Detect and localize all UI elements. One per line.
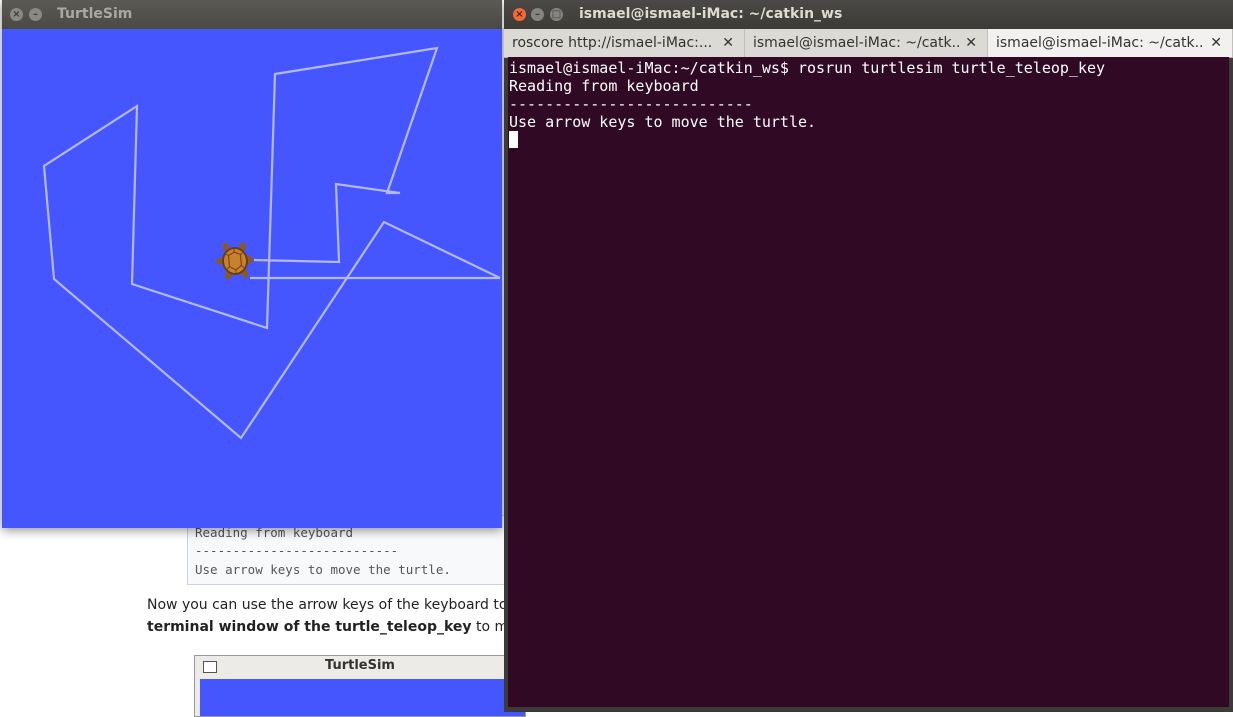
turtlesim-window: × – TurtleSim: [2, 0, 502, 528]
terminal-line: Reading from keyboard: [509, 77, 699, 95]
terminal-tabbar: roscore http://ismael-iMac:... ✕ ismael@…: [504, 29, 1233, 58]
paragraph-line: Now you can use the arrow keys of the ke…: [147, 597, 548, 613]
close-icon[interactable]: ×: [10, 8, 23, 21]
terminal-line: Use arrow keys to move the turtle.: [509, 113, 817, 131]
mini-canvas: [200, 679, 525, 716]
close-icon[interactable]: ✕: [722, 29, 734, 57]
terminal-line: ismael@ismael-iMac:~/catkin_ws$ rosrun t…: [509, 59, 1106, 77]
code-line: Use arrow keys to move the turtle.: [195, 562, 451, 577]
minimize-icon[interactable]: –: [29, 8, 42, 21]
turtle-canvas: [2, 29, 502, 528]
tab-terminal-2[interactable]: ismael@ismael-iMac: ~/catk... ✕: [745, 29, 988, 57]
tab-terminal-3[interactable]: ismael@ismael-iMac: ~/catk... ✕: [988, 29, 1233, 57]
tab-label: roscore http://ismael-iMac:...: [512, 35, 713, 51]
terminal-title: ismael@ismael-iMac: ~/catkin_ws: [579, 6, 843, 22]
paragraph-line: terminal window of the turtle_teleop_key…: [147, 619, 559, 635]
close-icon[interactable]: ×: [513, 8, 526, 21]
mini-window-title: TurtleSim: [325, 658, 395, 673]
terminal-window: × – □ ismael@ismael-iMac: ~/catkin_ws ro…: [504, 0, 1233, 712]
terminal-titlebar[interactable]: × – □ ismael@ismael-iMac: ~/catkin_ws: [504, 0, 1233, 29]
terminal-cursor: [509, 131, 518, 148]
turtle-path-drawing: [42, 46, 501, 440]
terminal-output[interactable]: ismael@ismael-iMac:~/catkin_ws$ rosrun t…: [508, 57, 1229, 707]
tab-label: ismael@ismael-iMac: ~/catk...: [753, 35, 960, 51]
maximize-icon[interactable]: □: [550, 8, 563, 21]
turtlesim-titlebar[interactable]: × – TurtleSim: [2, 0, 502, 29]
turtlesim-screenshot: TurtleSim: [194, 655, 526, 717]
minimize-icon[interactable]: –: [531, 8, 544, 21]
tab-label: ismael@ismael-iMac: ~/catk...: [996, 35, 1203, 51]
code-line: ---------------------------: [195, 543, 399, 558]
turtle-path: [42, 46, 501, 440]
tab-roscore[interactable]: roscore http://ismael-iMac:... ✕: [504, 29, 745, 57]
turtle-icon: [215, 242, 253, 280]
paragraph-bold: terminal window of the turtle_teleop_key: [147, 619, 472, 635]
close-icon[interactable]: ✕: [1210, 29, 1222, 57]
close-icon[interactable]: ✕: [965, 29, 977, 57]
turtlesim-title: TurtleSim: [57, 6, 133, 22]
terminal-line: ---------------------------: [509, 95, 753, 113]
